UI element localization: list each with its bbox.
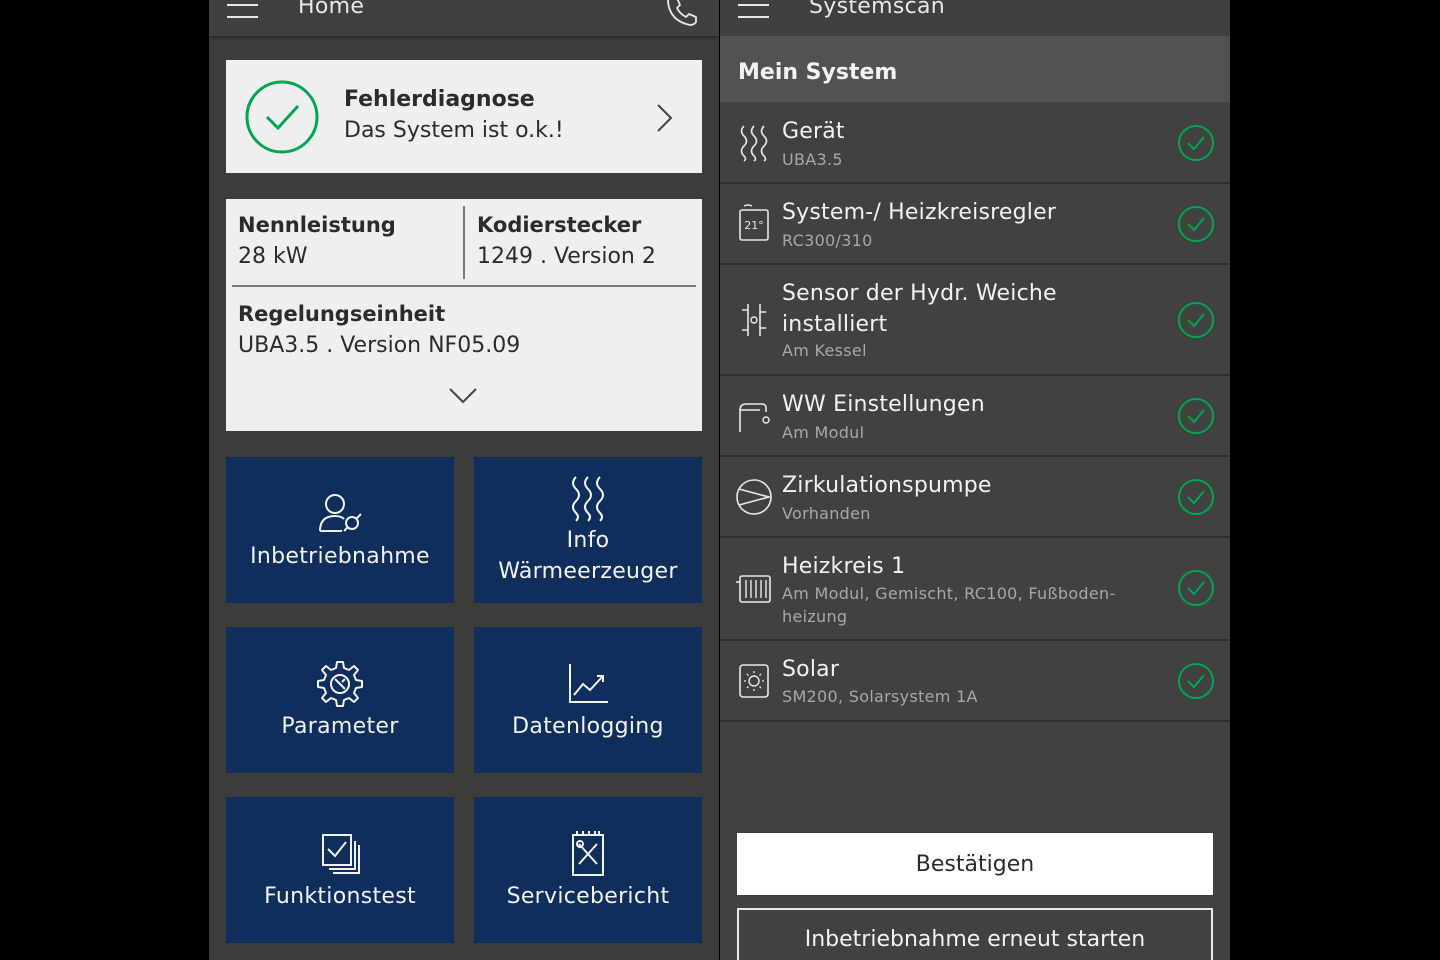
solar-module-icon [739,664,769,698]
check-circle-icon [1178,125,1214,161]
item-name: Gerät [782,119,845,144]
system-item-heating-circuit[interactable]: Heizkreis 1 Am Modul, Gemischt, RC100, F… [720,538,1230,641]
item-detail-line2: heizung [782,607,848,626]
rated-power-value: 28 kW [238,244,308,269]
hamburger-menu-icon[interactable] [227,0,259,22]
item-detail: RC300/310 [782,231,873,250]
tile-label-line2: Wärmeerzeuger [498,559,678,584]
system-item-controller[interactable]: 21° System-/ Heizkreisregler RC300/310 [720,184,1230,265]
heat-waves-icon [740,125,768,162]
radiator-icon [736,575,771,603]
confirm-button[interactable]: Bestätigen [737,833,1213,895]
user-wrench-icon [319,494,362,532]
heat-waves-icon [572,476,604,522]
control-unit-label: Regelungseinheit [238,302,446,326]
hamburger-menu-icon[interactable] [738,0,770,22]
home-top-bar: Home [209,0,719,36]
system-item-solar[interactable]: Solar SM200, Solarsystem 1A [720,641,1230,722]
checklist-icon [322,834,360,874]
divider [463,206,465,279]
gear-icon [317,661,363,707]
device-info-card: Nennleistung 28 kW Kodierstecker 1249 . … [226,199,702,431]
tile-parameters[interactable]: Parameter [226,627,454,773]
divider [232,285,696,287]
item-detail: Am Modul [782,423,865,442]
check-circle-icon [245,80,319,154]
tile-commissioning[interactable]: Inbetriebnahme [226,457,454,603]
hydraulic-sensor-icon [742,304,766,336]
system-item-hydraulic-sensor[interactable]: Sensor der Hydr. Weiche installiert Am K… [720,265,1230,376]
pump-icon [736,479,773,515]
system-item-hot-water[interactable]: WW Einstellungen Am Modul [720,376,1230,457]
item-name: WW Einstellungen [782,392,985,417]
check-circle-icon [1178,570,1214,606]
check-circle-icon [1178,398,1214,434]
tile-data-logging[interactable]: Datenlogging [474,627,702,773]
item-detail: UBA3.5 [782,150,843,169]
home-screen: Home Fehlerdiagnose Das System ist o.k.!… [209,0,719,960]
item-detail: Am Kessel [782,341,867,360]
coding-plug-value: 1249 . Version 2 [477,244,656,269]
report-tools-icon [572,831,604,876]
diagnosis-title: Fehlerdiagnose [344,87,535,112]
item-name-line1: Sensor der Hydr. Weiche [782,281,1057,306]
tile-service-report[interactable]: Servicebericht [474,797,702,943]
check-circle-icon [1178,479,1214,515]
page-title: Home [298,0,365,19]
section-header: Mein System [720,36,1230,102]
item-name: System-/ Heizkreisregler [782,200,1057,225]
restart-commissioning-button[interactable]: Inbetriebnahme erneut starten [737,908,1213,960]
tile-label: Parameter [281,714,399,739]
item-name: Solar [782,657,840,682]
item-detail-line1: Am Modul, Gemischt, RC100, Fußboden- [782,584,1116,603]
coding-plug-label: Kodierstecker [477,213,642,237]
tile-label: Datenlogging [512,714,664,739]
tile-label: Servicebericht [506,884,670,909]
diagnosis-status: Das System ist o.k.! [344,118,564,143]
tile-heat-generator-info[interactable]: Info Wärmeerzeuger [474,457,702,603]
phone-icon[interactable] [665,0,699,28]
tile-label-line1: Info [566,528,610,553]
thermostat-icon: 21° [739,204,769,241]
svg-text:21°: 21° [744,219,764,232]
chevron-down-icon[interactable] [448,385,478,405]
control-unit-value: UBA3.5 . Version NF05.09 [238,333,521,358]
item-detail: Vorhanden [782,504,871,523]
page-title: Systemscan [809,0,946,19]
check-circle-icon [1178,206,1214,242]
tile-label: Funktionstest [264,884,416,909]
check-circle-icon [1178,302,1214,338]
system-item-circulation-pump[interactable]: Zirkulationspumpe Vorhanden [720,457,1230,538]
chart-line-icon [569,664,608,703]
item-name: Zirkulationspumpe [782,473,992,498]
system-item-device[interactable]: Gerät UBA3.5 [720,103,1230,184]
tile-label: Inbetriebnahme [250,544,430,569]
systemscan-screen: Systemscan Mein System Gerät UBA3.5 21° … [720,0,1230,960]
check-circle-icon [1178,663,1214,699]
item-name-line2: installiert [782,312,888,337]
systemscan-top-bar: Systemscan [720,0,1230,36]
error-diagnosis-card[interactable]: Fehlerdiagnose Das System ist o.k.! [226,60,702,173]
item-detail: SM200, Solarsystem 1A [782,687,978,706]
tile-function-test[interactable]: Funktionstest [226,797,454,943]
section-title: Mein System [738,60,898,85]
rated-power-label: Nennleistung [238,213,396,237]
item-name: Heizkreis 1 [782,554,906,579]
chevron-right-icon [657,104,673,132]
faucet-icon [739,403,770,432]
